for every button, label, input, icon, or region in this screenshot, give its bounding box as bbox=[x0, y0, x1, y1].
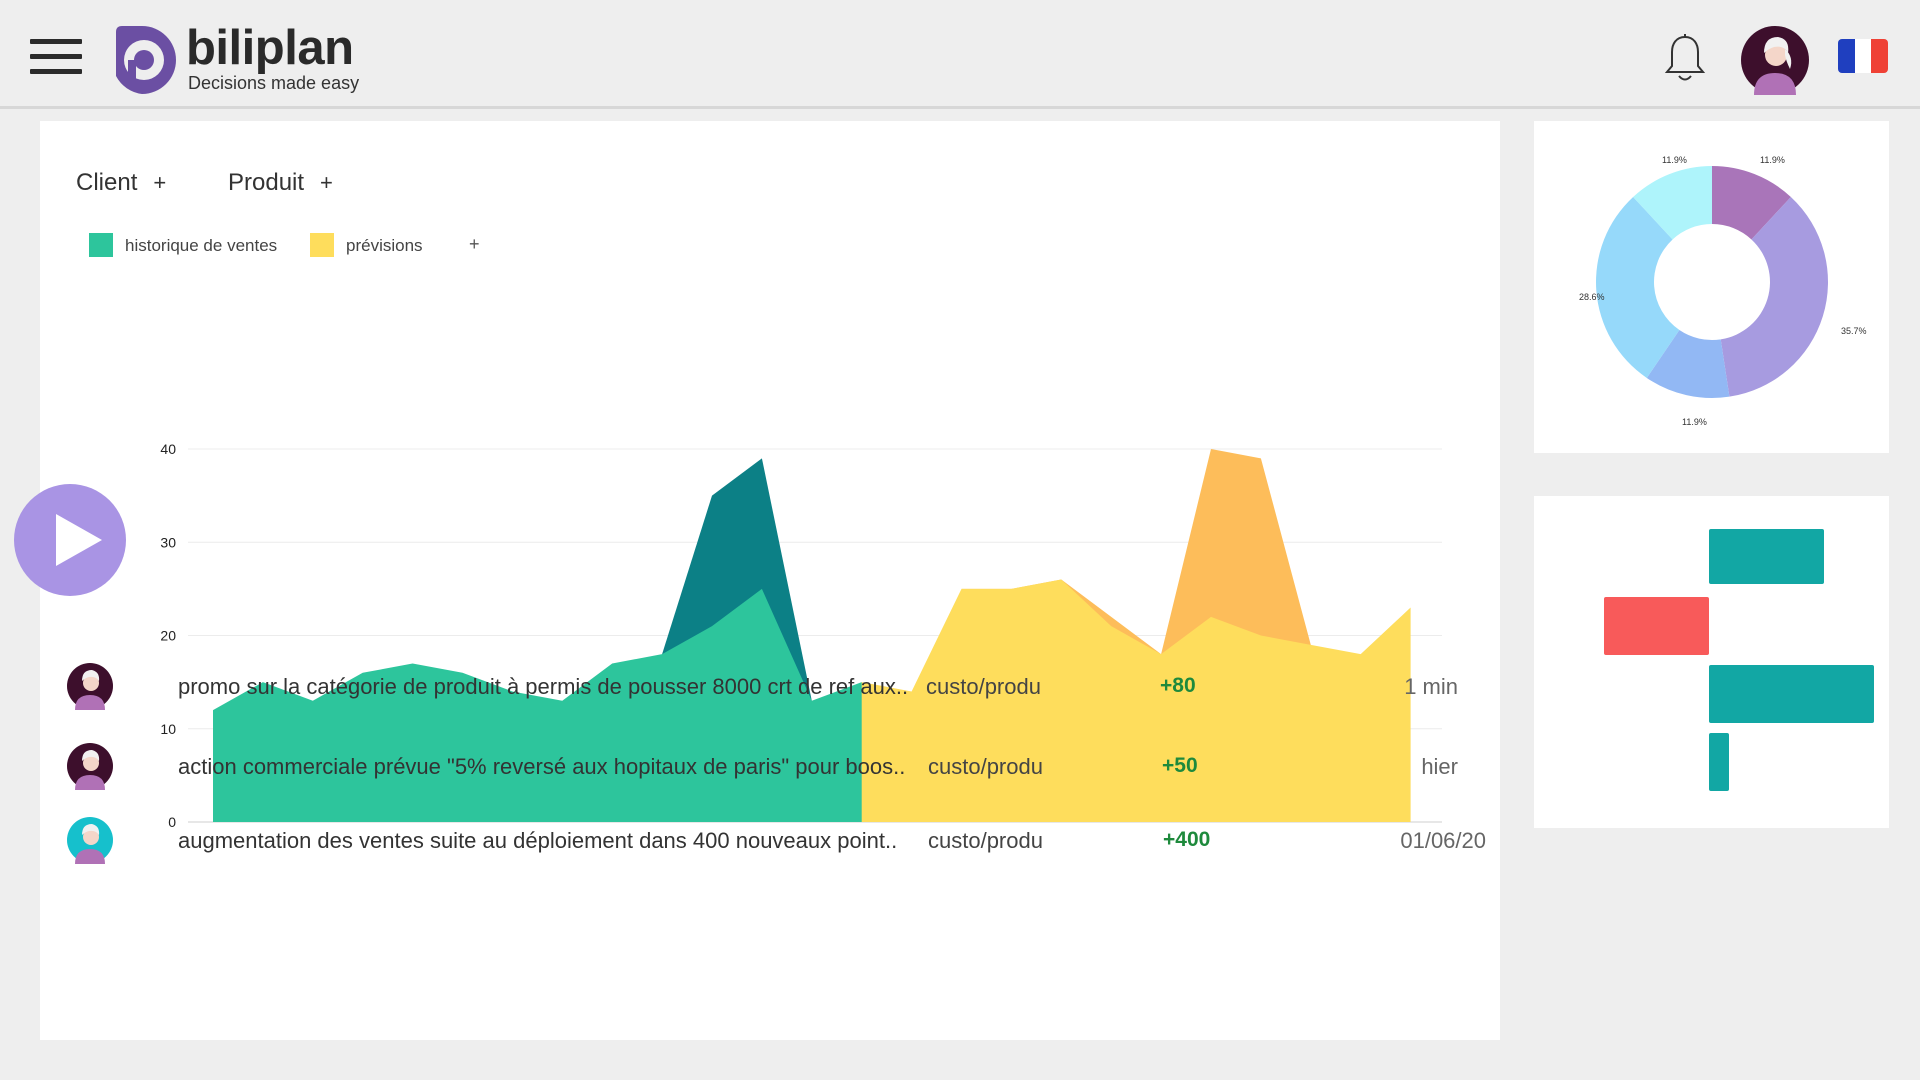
activity-tag[interactable]: custo/produ bbox=[928, 754, 1043, 780]
add-client-button[interactable]: + bbox=[153, 170, 166, 195]
y-tick-label: 30 bbox=[160, 534, 176, 550]
activity-row[interactable]: action commerciale prévue "5% reversé au… bbox=[66, 742, 1486, 792]
add-legend-button[interactable]: + bbox=[469, 234, 480, 255]
y-tick-label: 20 bbox=[160, 628, 176, 644]
donut-card: 11.9% 35.7% 11.9% 28.6% 11.9% bbox=[1534, 121, 1889, 453]
bar-card bbox=[1534, 496, 1889, 828]
filter-produit[interactable]: Produit + bbox=[228, 169, 333, 197]
donut-slice-label: 11.9% bbox=[1662, 155, 1687, 165]
activity-text: promo sur la catégorie de produit à perm… bbox=[178, 674, 909, 699]
top-bar: biliplan Decisions made easy bbox=[0, 0, 1920, 109]
activity-text: augmentation des ventes suite au déploie… bbox=[178, 828, 898, 853]
activity-score: +400 bbox=[1163, 828, 1211, 851]
y-tick-label: 40 bbox=[160, 441, 176, 457]
activity-tag[interactable]: custo/produ bbox=[928, 828, 1043, 854]
user-avatar[interactable] bbox=[1740, 25, 1810, 95]
legend-label: historique de ventes bbox=[125, 236, 278, 255]
legend-label: prévisions bbox=[346, 236, 423, 255]
activity-time: hier bbox=[1421, 754, 1458, 779]
bar bbox=[1709, 665, 1874, 723]
activity-text: action commerciale prévue "5% reversé au… bbox=[178, 754, 906, 779]
activity-time: 01/06/20 bbox=[1400, 828, 1486, 853]
avatar bbox=[67, 743, 113, 790]
donut-chart: 11.9% 35.7% 11.9% 28.6% 11.9% bbox=[1579, 155, 1867, 427]
donut-slice-label: 28.6% bbox=[1579, 292, 1605, 302]
activity-row[interactable]: promo sur la catégorie de produit à perm… bbox=[66, 662, 1486, 712]
donut-slice-label: 35.7% bbox=[1841, 326, 1867, 336]
activity-time: 1 min bbox=[1404, 674, 1458, 699]
bar bbox=[1604, 597, 1709, 655]
donut-slice-label: 11.9% bbox=[1682, 417, 1707, 427]
avatar bbox=[67, 817, 113, 864]
legend-swatch bbox=[89, 233, 113, 257]
donut-slice-label: 11.9% bbox=[1760, 155, 1785, 165]
y-tick-label: 10 bbox=[160, 721, 176, 737]
activity-tag[interactable]: custo/produ bbox=[926, 674, 1041, 700]
logo-icon[interactable] bbox=[106, 24, 178, 96]
filter-produit-label: Produit bbox=[228, 169, 305, 196]
play-icon[interactable] bbox=[14, 484, 126, 596]
brand-tagline: Decisions made easy bbox=[188, 73, 360, 93]
filter-client-label: Client bbox=[76, 169, 138, 196]
activity-row[interactable]: augmentation des ventes suite au déploie… bbox=[66, 816, 1486, 866]
bar bbox=[1709, 733, 1729, 791]
flag-france-icon[interactable] bbox=[1838, 39, 1888, 73]
legend-swatch bbox=[310, 233, 334, 257]
activity-score: +80 bbox=[1160, 674, 1196, 697]
filter-client[interactable]: Client + bbox=[76, 169, 166, 197]
bar bbox=[1709, 529, 1824, 584]
main-panel: Client + Produit + historique de ventes pr… bbox=[40, 121, 1500, 1040]
hamburger-menu-icon[interactable] bbox=[30, 39, 82, 75]
activity-score: +50 bbox=[1162, 754, 1198, 777]
add-produit-button[interactable]: + bbox=[320, 170, 333, 195]
horizontal-bar-chart bbox=[1604, 529, 1874, 791]
brand-name: biliplan bbox=[186, 21, 354, 75]
bell-icon[interactable] bbox=[1664, 34, 1706, 84]
avatar bbox=[67, 663, 113, 710]
